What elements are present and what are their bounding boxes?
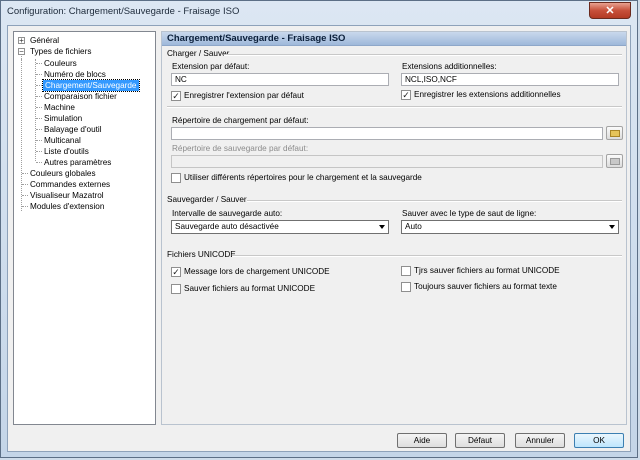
always-unicode-checkbox[interactable]	[401, 266, 411, 276]
tree-connector	[21, 59, 22, 211]
tree-item-global-colors[interactable]: Couleurs globales	[30, 168, 96, 179]
tree-connector	[36, 140, 42, 141]
default-button[interactable]: Défaut	[455, 433, 505, 448]
title-bar[interactable]: Configuration: Chargement/Sauvegarde - F…	[1, 1, 637, 23]
tree-connector	[36, 107, 42, 108]
group-title-unicode: Fichiers UNICODE	[167, 250, 236, 259]
autosave-interval-value: Sauvegarde auto désactivée	[175, 222, 279, 231]
tree-connector	[36, 96, 42, 97]
load-dir-input[interactable]	[171, 127, 603, 140]
always-unicode-label: Tjrs sauver fichiers au format UNICODE	[414, 266, 560, 275]
dialog-client: + Général − Types de fichiers Couleurs N…	[7, 25, 631, 452]
linebreak-type-value: Auto	[405, 222, 422, 231]
tree-item-simulation[interactable]: Simulation	[44, 113, 82, 124]
tree-connector	[36, 74, 42, 75]
tree-connector	[36, 63, 42, 64]
tree-item-file-types[interactable]: Types de fichiers	[30, 46, 91, 57]
different-dirs-label: Utiliser différents répertoires pour le …	[184, 173, 422, 182]
save-unicode-checkbox[interactable]	[171, 284, 181, 294]
tree-item-machine[interactable]: Machine	[44, 102, 75, 113]
tree-item-general[interactable]: Général	[30, 35, 59, 46]
always-text-label: Toujours sauver fichiers au format texte	[414, 282, 557, 291]
tree-connector	[36, 151, 42, 152]
tree-connector	[36, 129, 42, 130]
config-window: Configuration: Chargement/Sauvegarde - F…	[0, 0, 638, 458]
tree-item-other-params[interactable]: Autres paramètres	[44, 157, 111, 168]
default-ext-label: Extension par défaut:	[172, 62, 250, 71]
group-separator	[224, 54, 622, 56]
different-dirs-checkbox[interactable]	[171, 173, 181, 183]
help-button[interactable]: Aide	[397, 433, 447, 448]
tree-connector	[36, 162, 42, 163]
tree-item-colors[interactable]: Couleurs	[44, 58, 77, 69]
tree-connector	[22, 184, 28, 185]
tree-item-tool-sweep[interactable]: Balayage d'outil	[44, 124, 102, 135]
group-separator	[247, 200, 622, 202]
expand-icon[interactable]: +	[18, 37, 25, 45]
save-dir-input[interactable]	[171, 155, 603, 168]
tree-connector	[22, 195, 28, 196]
tree-connector	[22, 173, 28, 174]
autosave-interval-label: Intervalle de sauvegarde auto:	[172, 209, 283, 218]
dropdown-arrow-icon	[379, 225, 385, 229]
tree-item-tool-list[interactable]: Liste d'outils	[44, 146, 89, 157]
save-dir-label: Répertoire de sauvegarde par défaut:	[172, 144, 309, 153]
unicode-message-checkbox[interactable]: ✓	[171, 267, 181, 277]
save-extra-ext-checkbox[interactable]: ✓	[401, 90, 411, 100]
linebreak-type-label: Sauver avec le type de saut de ligne:	[402, 209, 537, 218]
group-title-load-save: Charger / Sauver	[167, 49, 230, 58]
window-title: Configuration: Chargement/Sauvegarde - F…	[7, 6, 240, 17]
group-separator	[232, 255, 622, 257]
ok-button[interactable]: OK	[574, 433, 624, 448]
dropdown-arrow-icon	[609, 225, 615, 229]
unicode-message-label: Message lors de chargement UNICODE	[184, 267, 330, 276]
tree-connector	[36, 118, 42, 119]
load-dir-label: Répertoire de chargement par défaut:	[172, 116, 309, 125]
group-title-autosave: Sauvegarder / Sauver	[167, 195, 247, 204]
save-default-ext-checkbox[interactable]: ✓	[171, 91, 181, 101]
settings-tree[interactable]: + Général − Types de fichiers Couleurs N…	[13, 31, 156, 425]
browse-save-dir-button[interactable]	[606, 154, 623, 168]
tree-item-load-save[interactable]: Chargement/Sauvegarde	[42, 79, 140, 92]
tree-item-external-commands[interactable]: Commandes externes	[30, 179, 110, 190]
close-icon: ✕	[605, 5, 615, 17]
collapse-icon[interactable]: −	[18, 48, 25, 56]
extra-ext-label: Extensions additionnelles:	[402, 62, 497, 71]
default-ext-input[interactable]: NC	[171, 73, 389, 86]
save-extra-ext-label: Enregistrer les extensions additionnelle…	[414, 90, 561, 99]
browse-load-dir-button[interactable]	[606, 126, 623, 140]
always-text-checkbox[interactable]	[401, 282, 411, 292]
save-unicode-label: Sauver fichiers au format UNICODE	[184, 284, 316, 293]
folder-icon	[610, 158, 620, 165]
tree-item-file-compare[interactable]: Comparaison fichier	[44, 91, 117, 102]
tree-item-multichannel[interactable]: Multicanal	[44, 135, 81, 146]
tree-connector	[36, 85, 42, 86]
tree-item-block-numbers[interactable]: Numéro de blocs	[44, 69, 106, 80]
linebreak-type-select[interactable]: Auto	[401, 220, 619, 234]
panel-header: Chargement/Sauvegarde - Fraisage ISO	[162, 32, 626, 46]
tree-item-mazatrol-viewer[interactable]: Visualiseur Mazatrol	[30, 190, 104, 201]
autosave-interval-select[interactable]: Sauvegarde auto désactivée	[171, 220, 389, 234]
folder-icon	[610, 130, 620, 137]
settings-panel: Chargement/Sauvegarde - Fraisage ISO Cha…	[161, 31, 627, 425]
close-button[interactable]: ✕	[589, 2, 631, 19]
section-separator	[167, 106, 622, 108]
save-default-ext-label: Enregistrer l'extension par défaut	[184, 91, 304, 100]
tree-item-extension-modules[interactable]: Modules d'extension	[30, 201, 104, 212]
cancel-button[interactable]: Annuler	[515, 433, 565, 448]
tree-connector	[22, 206, 28, 207]
extra-ext-input[interactable]: NCL,ISO,NCF	[401, 73, 619, 86]
